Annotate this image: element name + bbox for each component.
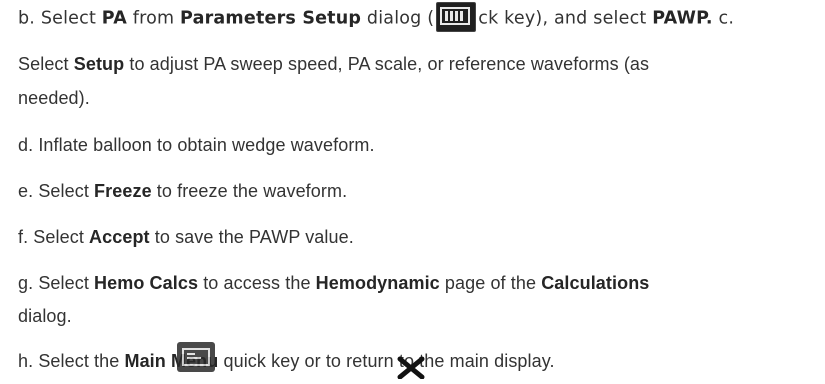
step-e-line: e. Select Freeze to freeze the waveform. <box>18 180 347 202</box>
step-d-line: d. Inflate balloon to obtain wedge wavef… <box>18 134 375 156</box>
param-pa-label: PA <box>101 8 127 29</box>
hemo-calcs-label: Hemo Calcs <box>94 273 199 293</box>
text-segment: ick <box>243 351 272 371</box>
text-segment: dialog. <box>18 306 72 326</box>
text-segment: needed). <box>18 88 90 108</box>
text-segment: page of the <box>439 273 542 293</box>
calculations-label: Calculations <box>541 273 650 293</box>
text-segment: Select <box>18 54 74 74</box>
text-segment: e. Select <box>18 181 95 201</box>
instruction-document: b. Select PA from Parameters Setup dialo… <box>0 0 825 380</box>
text-segment: to adjust PA sweep speed, PA scale, or r… <box>124 54 650 74</box>
main-menu-icon <box>177 342 215 372</box>
text-segment: h. Select the <box>18 351 125 371</box>
step-c-line-1: Select Setup to adjust PA sweep speed, P… <box>18 53 649 75</box>
parameters-setup-icon <box>436 2 477 32</box>
step-f-line: f. Select Accept to save the PAWP value. <box>18 226 354 248</box>
text-segment: from <box>126 8 181 29</box>
step-g-line-1: g. Select Hemo Calcs to access the Hemod… <box>18 272 649 294</box>
text-segment: to access the <box>198 273 316 293</box>
text-segment: to save the PAWP value. <box>149 227 354 247</box>
text-segment: b. Select <box>18 8 102 29</box>
parameters-setup-label: Parameters Setup <box>180 8 362 29</box>
text-segment: dialog ( <box>361 8 435 29</box>
step-g-line-2: dialog. <box>18 305 72 327</box>
text-segment: qu <box>218 351 244 371</box>
text-segment: ck key), and select <box>478 8 653 29</box>
close-icon <box>396 355 426 380</box>
step-c-line-2: needed). <box>18 87 90 109</box>
text-segment: f. Select <box>18 227 90 247</box>
text-segment: c. <box>712 8 735 29</box>
step-b-line-1: b. Select PA from Parameters Setup dialo… <box>18 2 735 32</box>
setup-label: Setup <box>73 54 125 74</box>
step-h-line: h. Select the Main Menu quick key or to … <box>18 350 555 372</box>
accept-label: Accept <box>89 227 150 247</box>
hemodynamic-label: Hemodynamic <box>315 273 440 293</box>
pawp-label: PAWP. <box>652 8 713 29</box>
text-segment: g. Select <box>18 273 95 293</box>
text-segment: to freeze the waveform. <box>151 181 348 201</box>
freeze-label: Freeze <box>94 181 152 201</box>
text-segment: d. Inflate balloon to obtain wedge wavef… <box>18 135 375 155</box>
